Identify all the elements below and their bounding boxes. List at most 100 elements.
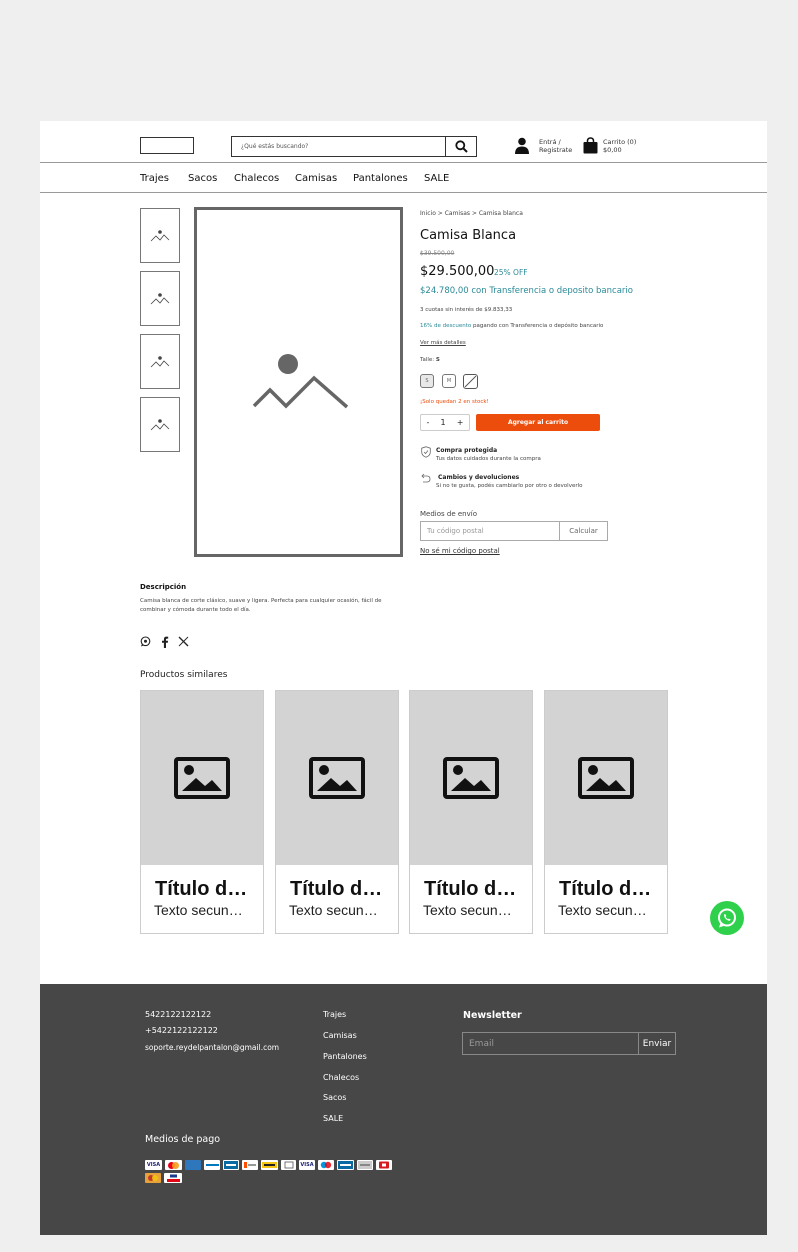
nav-item-pantalones[interactable]: Pantalones xyxy=(353,173,408,184)
footer-phone-1[interactable]: 5422122122122 xyxy=(145,1010,211,1019)
quantity-decrease-button[interactable]: - xyxy=(427,418,430,427)
footer-link-chalecos[interactable]: Chalecos xyxy=(323,1073,359,1082)
cabal-debit-logo xyxy=(337,1160,354,1170)
amex-logo xyxy=(185,1160,201,1170)
quantity-value[interactable]: 1 xyxy=(441,418,446,427)
product-card-image[interactable] xyxy=(410,691,532,865)
search-bar xyxy=(231,136,477,157)
store-logo[interactable] xyxy=(140,137,194,154)
image-placeholder-icon xyxy=(150,418,170,430)
product-card-title[interactable]: Título del producto xyxy=(155,878,251,901)
quantity-stepper: - 1 + xyxy=(420,414,470,431)
naranja-logo xyxy=(242,1160,258,1170)
calculate-shipping-button[interactable]: Calcular xyxy=(559,522,607,540)
newsletter-form: Enviar xyxy=(462,1032,676,1055)
payment-logo xyxy=(164,1173,182,1183)
image-placeholder-icon xyxy=(150,229,170,241)
transfer-discount-rest: pagando con Transferencia o depósito ban… xyxy=(471,323,604,329)
size-option-m[interactable]: M xyxy=(442,374,456,388)
product-card-title[interactable]: Título del producto xyxy=(290,878,386,901)
image-icon xyxy=(174,757,230,799)
nav-item-camisas[interactable]: Camisas xyxy=(295,173,337,184)
transfer-discount-text: 16% de descuento pagando con Transferenc… xyxy=(420,323,603,329)
product-card[interactable]: Título del producto Texto secundario xyxy=(275,690,399,934)
product-card-image[interactable] xyxy=(545,691,667,865)
account-register-text: Registrate xyxy=(539,146,573,154)
product-card-image[interactable] xyxy=(276,691,398,865)
diners-logo xyxy=(204,1160,220,1170)
image-placeholder-icon xyxy=(150,292,170,304)
footer-link-trajes[interactable]: Trajes xyxy=(323,1010,346,1019)
image-icon xyxy=(443,757,499,799)
product-card-subtitle: Texto secundario xyxy=(154,902,250,918)
whatsapp-chat-button[interactable] xyxy=(710,901,744,935)
x-twitter-share-icon[interactable] xyxy=(178,636,189,647)
size-option-s[interactable]: S xyxy=(420,374,434,388)
facebook-share-icon[interactable] xyxy=(161,636,169,648)
product-thumbnail[interactable] xyxy=(140,334,180,389)
payment-logo xyxy=(357,1160,373,1170)
image-placeholder-icon xyxy=(252,354,348,409)
size-label-row: Talle: S xyxy=(420,357,440,363)
newsletter-submit-button[interactable]: Enviar xyxy=(638,1033,675,1054)
user-icon xyxy=(515,137,529,154)
size-option-unavailable xyxy=(463,374,478,389)
footer-link-sacos[interactable]: Sacos xyxy=(323,1093,346,1102)
footer-phone-2[interactable]: +5422122122122 xyxy=(145,1026,218,1035)
search-input[interactable] xyxy=(232,137,446,156)
site-footer xyxy=(40,984,767,1235)
unavailable-slash-icon xyxy=(464,375,477,388)
transfer-price: $24.780,00 con Transferencia o deposito … xyxy=(420,286,633,296)
nav-item-sale[interactable]: SALE xyxy=(424,173,449,184)
nav-item-sacos[interactable]: Sacos xyxy=(188,173,217,184)
product-card-title[interactable]: Título del producto xyxy=(559,878,655,901)
similar-products-title: Productos similares xyxy=(140,670,228,680)
product-card[interactable]: Título del producto Texto secundario xyxy=(544,690,668,934)
cart-count-text: Carrito (0) xyxy=(603,138,637,146)
nav-item-chalecos[interactable]: Chalecos xyxy=(234,173,279,184)
shopping-bag-icon xyxy=(583,137,598,154)
footer-link-pantalones[interactable]: Pantalones xyxy=(323,1052,367,1061)
image-icon xyxy=(309,757,365,799)
payment-logo xyxy=(376,1160,392,1170)
description-title: Descripción xyxy=(140,583,187,591)
product-card[interactable]: Título del producto Texto secundario xyxy=(409,690,533,934)
footer-email[interactable]: soporte.reydelpantalon@gmail.com xyxy=(145,1043,279,1052)
cart-total-text: $0,00 xyxy=(603,146,622,154)
account-login-text: Entrá / xyxy=(539,138,561,146)
product-title: Camisa Blanca xyxy=(420,228,517,243)
nav-item-trajes[interactable]: Trajes xyxy=(140,173,169,184)
product-thumbnail[interactable] xyxy=(140,208,180,263)
breadcrumb[interactable]: Inicio > Camisas > Camisa blanca xyxy=(420,210,523,217)
product-thumbnail[interactable] xyxy=(140,397,180,452)
shipping-label: Medios de envío xyxy=(420,510,477,518)
search-icon xyxy=(454,140,468,153)
zip-code-form: Calcular xyxy=(420,521,608,541)
search-button[interactable] xyxy=(445,137,476,156)
product-thumbnail[interactable] xyxy=(140,271,180,326)
product-main-image[interactable] xyxy=(194,207,403,557)
image-placeholder-icon xyxy=(150,355,170,367)
add-to-cart-button[interactable]: Agregar al carrito xyxy=(476,414,600,431)
product-card[interactable]: Título del producto Texto secundario xyxy=(140,690,264,934)
return-arrow-icon xyxy=(421,473,431,483)
product-card-title[interactable]: Título del producto xyxy=(424,878,520,901)
image-icon xyxy=(578,757,634,799)
maestro-logo xyxy=(318,1160,334,1170)
payment-methods-title: Medios de pago xyxy=(145,1134,221,1145)
whatsapp-share-icon[interactable] xyxy=(140,636,151,647)
product-card-image[interactable] xyxy=(141,691,263,865)
product-card-subtitle: Texto secundario xyxy=(423,902,519,918)
old-price: $39.500,00 xyxy=(420,250,455,257)
size-selected-value: S xyxy=(435,357,440,363)
zip-help-link[interactable]: No sé mi código postal xyxy=(420,547,500,555)
zip-code-input[interactable] xyxy=(421,522,559,540)
details-link[interactable]: Ver más detalles xyxy=(420,340,466,346)
mastercard-logo xyxy=(165,1160,182,1170)
tarjeta-shopping-logo xyxy=(261,1160,278,1170)
quantity-increase-button[interactable]: + xyxy=(457,418,464,427)
newsletter-email-input[interactable] xyxy=(463,1033,639,1054)
footer-link-camisas[interactable]: Camisas xyxy=(323,1031,357,1040)
footer-link-sale[interactable]: SALE xyxy=(323,1114,343,1123)
stock-warning: ¡Solo quedan 2 en stock! xyxy=(420,399,489,405)
